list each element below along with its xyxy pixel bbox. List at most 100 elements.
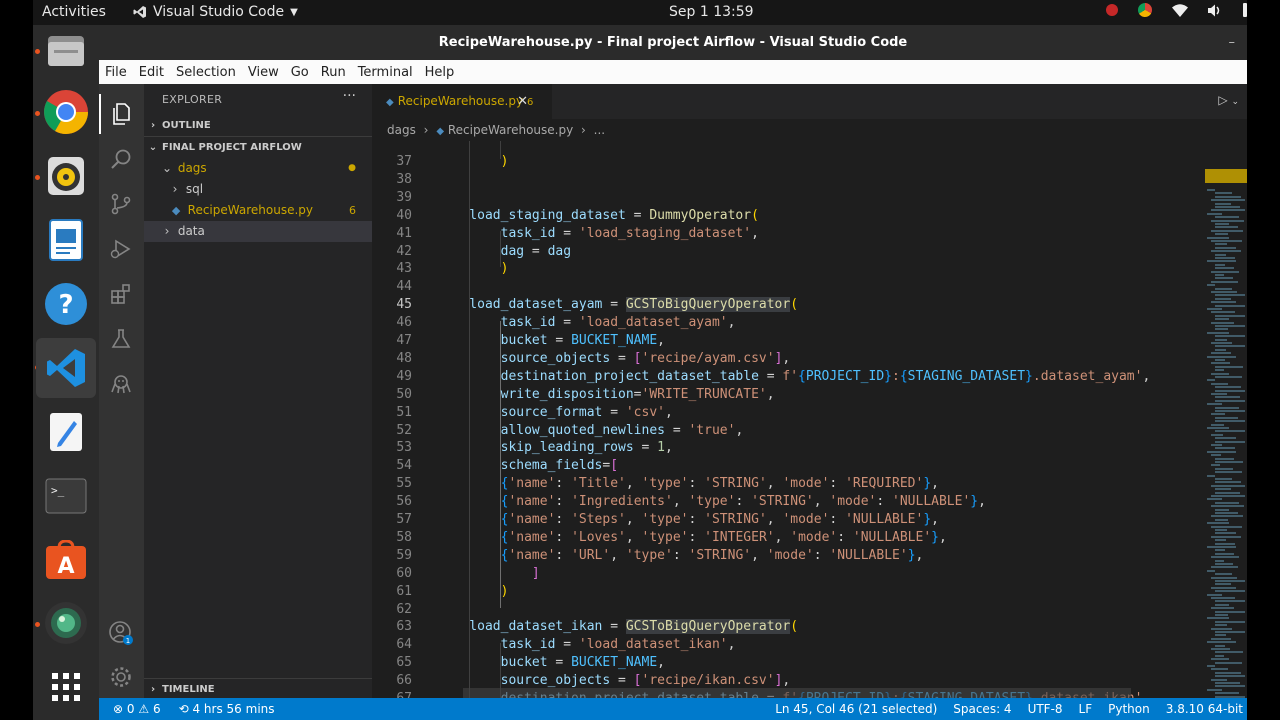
minimize-button[interactable]: – [1229, 25, 1236, 61]
timeline-section-header[interactable]: › TIMELINE [144, 678, 372, 700]
chrome-app-icon[interactable] [41, 87, 91, 137]
app-menu[interactable]: Visual Studio Code ▼ [133, 4, 298, 20]
horizontal-scrollbar[interactable] [463, 688, 1131, 698]
code-line[interactable]: 61 ) [372, 583, 1198, 601]
code-line[interactable]: 51 source_format = 'csv', [372, 404, 1198, 422]
rhythmbox-app-icon[interactable] [41, 151, 91, 201]
project-section-header[interactable]: ⌄ FINAL PROJECT AIRFLOW [144, 136, 372, 158]
chrome-tray-icon[interactable] [1138, 3, 1152, 17]
menu-file[interactable]: File [99, 65, 133, 80]
outline-section-header[interactable]: › OUTLINE [144, 115, 372, 137]
code-line[interactable]: 44 [372, 278, 1198, 296]
code-line[interactable]: 46 task_id = 'load_dataset_ayam', [372, 314, 1198, 332]
code-line[interactable]: 54 schema_fields=[ [372, 457, 1198, 475]
tree-folder-sql[interactable]: › sql [144, 179, 372, 200]
code-line[interactable]: 41 task_id = 'load_staging_dataset', [372, 225, 1198, 243]
menu-go[interactable]: Go [285, 65, 315, 80]
code-line[interactable]: 65 bucket = BUCKET_NAME, [372, 654, 1198, 672]
outline-label: OUTLINE [162, 120, 211, 131]
code-line[interactable]: 43 ) [372, 260, 1198, 278]
code-line[interactable]: 58 {'name': 'Loves', 'type': 'INTEGER', … [372, 529, 1198, 547]
vertical-scrollbar[interactable] [1198, 141, 1205, 698]
code-line[interactable]: 53 skip_leading_rows = 1, [372, 439, 1198, 457]
accounts-icon[interactable]: 1 [108, 620, 134, 646]
code-token: : [555, 547, 572, 563]
tree-folder-dags[interactable]: ⌄ dags ● [144, 158, 372, 179]
code-token: 'load_staging_dataset' [578, 225, 752, 241]
breadcrumb-file[interactable]: RecipeWarehouse.py [448, 123, 573, 137]
writer-app-icon[interactable] [41, 215, 91, 265]
software-app-icon[interactable]: A [41, 535, 91, 585]
code-line[interactable]: 59 {'name': 'URL', 'type': 'STRING', 'mo… [372, 547, 1198, 565]
code-token: schema_fields [438, 458, 603, 474]
cursor-position[interactable]: Ln 45, Col 46 (21 selected) [775, 698, 937, 720]
problems-indicator[interactable]: ⊗ 0 ⚠ 6 [113, 698, 161, 720]
code-line[interactable]: 62 [372, 601, 1198, 619]
indentation[interactable]: Spaces: 4 [953, 698, 1011, 720]
menu-help[interactable]: Help [419, 65, 461, 80]
text-editor-app-icon[interactable] [41, 407, 91, 457]
code-line[interactable]: 50 write_disposition='WRITE_TRUNCATE', [372, 386, 1198, 404]
code-line[interactable]: 49 destination_project_dataset_table = f… [372, 368, 1198, 386]
menu-run[interactable]: Run [315, 65, 352, 80]
camera-app-icon[interactable] [41, 598, 91, 648]
vscode-app-icon[interactable] [36, 338, 96, 398]
menu-selection[interactable]: Selection [170, 65, 242, 80]
menu-edit[interactable]: Edit [133, 65, 170, 80]
running-indicator [35, 175, 40, 180]
code-line[interactable]: 37 ) [372, 153, 1198, 171]
python-interpreter[interactable]: 3.8.10 64-bit [1166, 698, 1243, 720]
extensions-icon[interactable] [108, 281, 134, 307]
tree-folder-data[interactable]: › data [144, 221, 372, 242]
close-tab-icon[interactable]: ✕ [517, 84, 528, 119]
code-line[interactable]: 57 {'name': 'Steps', 'type': 'STRING', '… [372, 511, 1198, 529]
code-line[interactable]: 47 bucket = BUCKET_NAME, [372, 332, 1198, 350]
code-line[interactable]: 56 {'name': 'Ingredients', 'type': 'STRI… [372, 493, 1198, 511]
breadcrumb-folder[interactable]: dags [387, 123, 416, 137]
code-line[interactable]: 64 task_id = 'load_dataset_ikan', [372, 636, 1198, 654]
window-titlebar[interactable]: RecipeWarehouse.py - Final project Airfl… [99, 25, 1247, 60]
settings-gear-icon[interactable] [108, 664, 134, 690]
run-python-file-button[interactable]: ▷ ⌄ [1218, 93, 1239, 107]
breadcrumb-symbol[interactable]: ... [594, 123, 605, 137]
tab-recipewarehouse[interactable]: ◆ RecipeWarehouse.py 6 ✕ [372, 84, 552, 119]
file-encoding[interactable]: UTF-8 [1028, 698, 1063, 720]
time-tracker[interactable]: ⟲ 4 hrs 56 mins [179, 698, 275, 720]
code-editor[interactable]: 37 ) 38 39 40 load_staging_dataset = DummyO… [372, 141, 1198, 698]
code-line[interactable]: 40 load_staging_dataset = DummyOperator( [372, 207, 1198, 225]
run-debug-icon[interactable] [108, 236, 134, 262]
show-applications-icon[interactable] [41, 662, 91, 712]
source-control-icon[interactable] [108, 191, 134, 217]
clock[interactable]: Sep 1 13:59 [669, 4, 754, 20]
explorer-icon[interactable] [108, 101, 134, 127]
files-app-icon[interactable] [41, 25, 91, 75]
code-line[interactable]: 55 {'name': 'Title', 'type': 'STRING', '… [372, 475, 1198, 493]
remote-explorer-icon[interactable] [108, 371, 134, 397]
code-line[interactable]: 39 [372, 189, 1198, 207]
end-of-line[interactable]: LF [1079, 698, 1093, 720]
wifi-icon[interactable] [1172, 3, 1188, 17]
activities-button[interactable]: Activities [42, 4, 106, 20]
code-line[interactable]: 38 [372, 171, 1198, 189]
search-icon[interactable] [108, 146, 134, 172]
minimap-line [1215, 318, 1229, 321]
code-line[interactable]: 60 ] [372, 565, 1198, 583]
code-line[interactable]: 42 dag = dag [372, 243, 1198, 261]
power-menu-icon[interactable] [1243, 3, 1247, 17]
minimap[interactable] [1205, 141, 1247, 698]
code-line[interactable]: 63 load_dataset_ikan = GCSToBigQueryOper… [372, 618, 1198, 636]
help-app-icon[interactable]: ? [41, 279, 91, 329]
code-line[interactable]: 45 load_dataset_ayam = GCSToBigQueryOper… [372, 296, 1198, 314]
language-mode[interactable]: Python [1108, 698, 1150, 720]
menu-terminal[interactable]: Terminal [352, 65, 419, 80]
testing-flask-icon[interactable] [108, 326, 134, 352]
menu-view[interactable]: View [242, 65, 285, 80]
volume-icon[interactable] [1208, 4, 1223, 17]
code-line[interactable]: 52 allow_quoted_newlines = 'true', [372, 422, 1198, 440]
terminal-app-icon[interactable]: >_ [41, 471, 91, 521]
more-actions-button[interactable]: ··· [343, 88, 356, 104]
code-line[interactable]: 48 source_objects = ['recipe/ayam.csv'], [372, 350, 1198, 368]
record-indicator-icon[interactable] [1106, 4, 1118, 16]
tree-file-recipewarehouse[interactable]: ◆ RecipeWarehouse.py 6 [144, 200, 372, 221]
line-number: 49 [396, 368, 412, 384]
